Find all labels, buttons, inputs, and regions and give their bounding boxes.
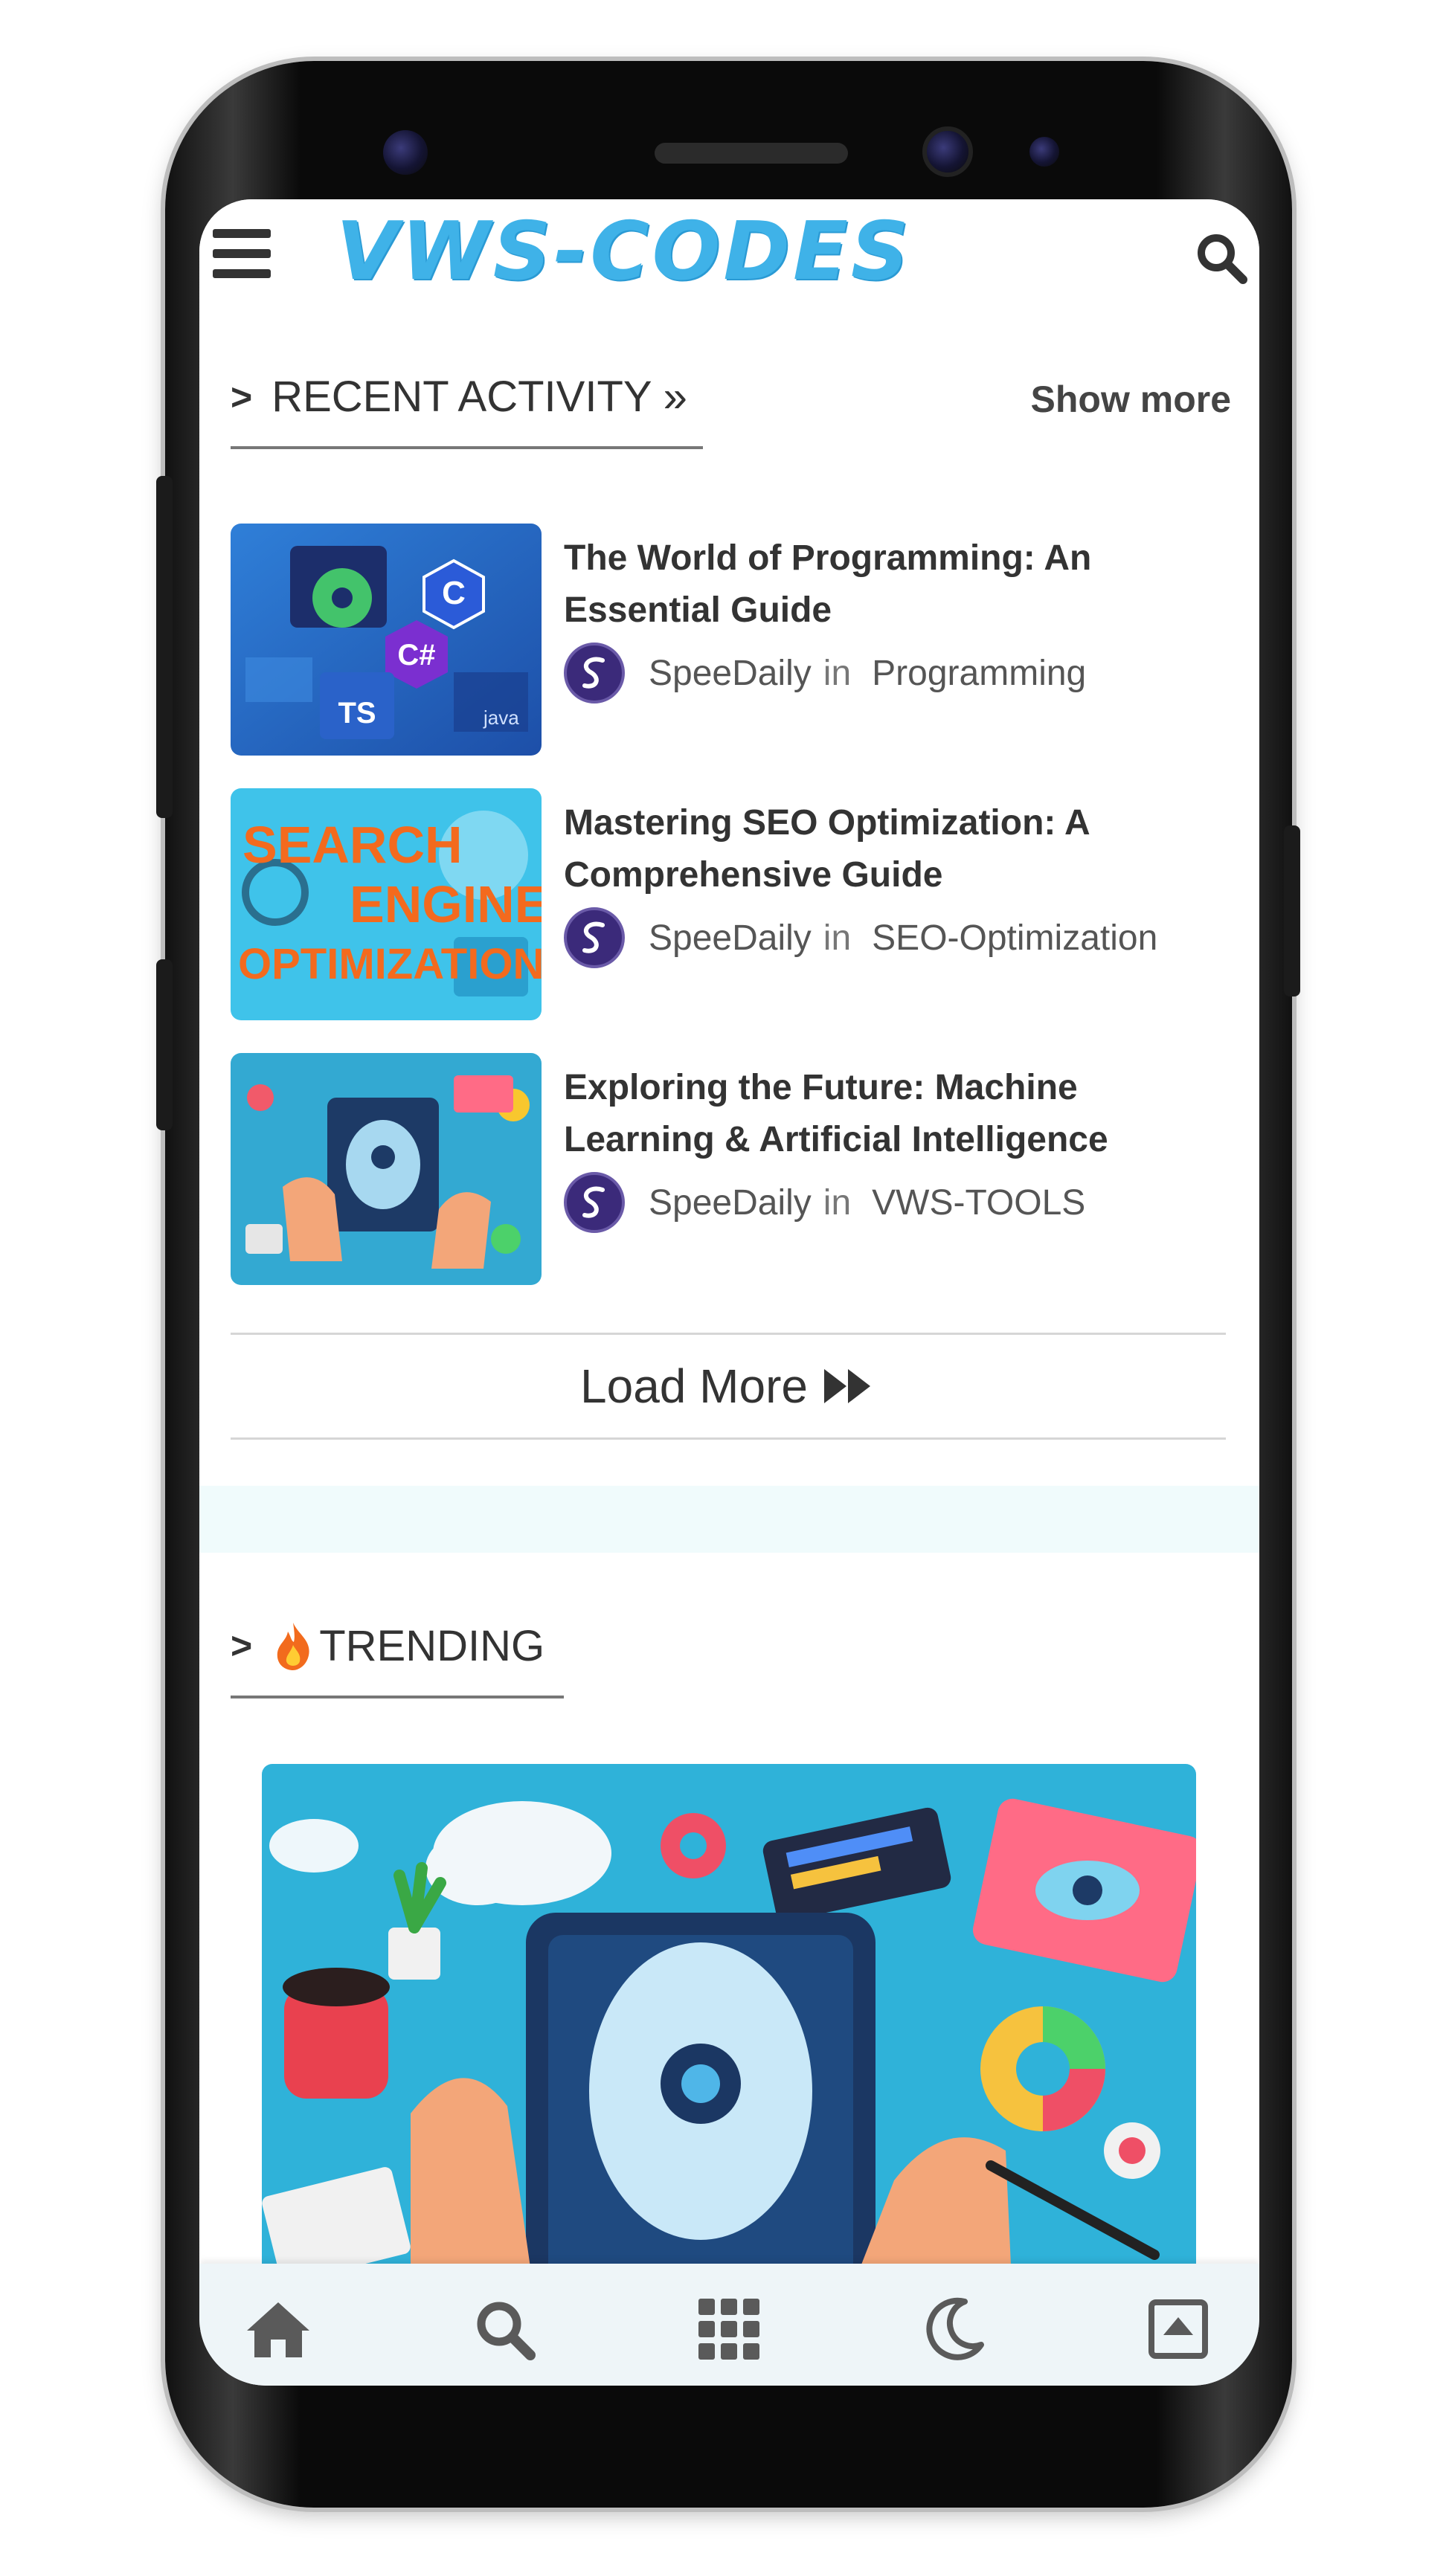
search-icon[interactable] xyxy=(469,2293,540,2365)
post-in-label: in xyxy=(823,918,852,958)
heading-underline xyxy=(231,1696,564,1698)
typescript-label: TS xyxy=(338,697,376,730)
post-title[interactable]: Exploring the Future: Machine Learning &… xyxy=(564,1062,1218,1166)
java-label: java xyxy=(483,706,519,729)
load-more-button[interactable]: Load More xyxy=(231,1333,1226,1440)
post-in-label: in xyxy=(823,653,852,693)
front-camera xyxy=(922,126,973,177)
post-meta: SpeeDaily in VWS-TOOLS xyxy=(564,1172,1085,1233)
hamburger-menu-icon[interactable] xyxy=(213,229,271,278)
bottom-navigation-bar xyxy=(199,2264,1259,2386)
post-in-label: in xyxy=(823,1182,852,1223)
chevron-right-icon: > xyxy=(231,1625,253,1667)
trending-featured-image[interactable] xyxy=(262,1764,1196,2314)
moon-icon[interactable] xyxy=(918,2293,989,2365)
fire-icon xyxy=(277,1623,309,1670)
post-meta: SpeeDaily in Programming xyxy=(564,643,1086,703)
phone-power-button xyxy=(1284,825,1300,996)
post-title[interactable]: The World of Programming: An Essential G… xyxy=(564,532,1218,637)
proximity-sensor xyxy=(383,130,428,175)
post-thumbnail-programming[interactable]: C C# TS java xyxy=(231,524,542,756)
author-avatar[interactable] xyxy=(564,643,625,703)
post-author[interactable]: SpeeDaily xyxy=(649,1182,812,1223)
author-avatar[interactable] xyxy=(564,1172,625,1233)
app-header: VWS-CODES xyxy=(199,199,1259,318)
trending-title: TRENDING xyxy=(319,1621,545,1670)
author-avatar[interactable] xyxy=(564,907,625,968)
post-meta: SpeeDaily in SEO-Optimization xyxy=(564,907,1157,968)
site-logo[interactable]: VWS-CODES xyxy=(336,205,912,298)
heading-underline xyxy=(231,446,703,449)
chevron-right-icon: > xyxy=(231,376,253,418)
app-screen: VWS-CODES > RECENT ACTIVITY » Show more xyxy=(199,199,1259,2386)
csharp-label: C# xyxy=(397,639,435,672)
seo-text-line1: SEARCH xyxy=(242,816,463,874)
section-divider-band xyxy=(199,1486,1259,1553)
svg-text:C: C xyxy=(442,575,466,611)
scroll-top-icon[interactable] xyxy=(1143,2293,1214,2365)
post-item[interactable]: Exploring the Future: Machine Learning &… xyxy=(231,1053,1242,1285)
post-category[interactable]: VWS-TOOLS xyxy=(872,1182,1085,1223)
phone-bixby-button xyxy=(156,959,173,1130)
show-more-link[interactable]: Show more xyxy=(1031,378,1231,421)
post-author[interactable]: SpeeDaily xyxy=(649,653,812,694)
seo-text-line2: ENGINE xyxy=(350,875,542,933)
fast-forward-icon xyxy=(823,1369,870,1403)
post-thumbnail-ml-ai[interactable] xyxy=(231,1053,542,1285)
home-icon[interactable] xyxy=(242,2293,314,2365)
post-category[interactable]: Programming xyxy=(872,653,1086,694)
post-category[interactable]: SEO-Optimization xyxy=(872,918,1157,959)
post-item[interactable]: C C# TS java The World of Programming: A… xyxy=(231,524,1242,756)
trending-heading[interactable]: > TRENDING xyxy=(231,1620,544,1672)
post-title[interactable]: Mastering SEO Optimization: A Comprehens… xyxy=(564,797,1218,901)
iris-sensor xyxy=(1029,137,1059,167)
post-author[interactable]: SpeeDaily xyxy=(649,918,812,959)
post-item[interactable]: SEARCH ENGINE OPTIMIZATION! Mastering SE… xyxy=(231,788,1242,1020)
earpiece-speaker xyxy=(655,143,848,164)
search-icon[interactable] xyxy=(1192,229,1252,289)
post-thumbnail-seo[interactable]: SEARCH ENGINE OPTIMIZATION! xyxy=(231,788,542,1020)
load-more-label: Load More xyxy=(580,1359,808,1413)
recent-activity-heading[interactable]: > RECENT ACTIVITY » xyxy=(231,372,687,422)
recent-activity-title: RECENT ACTIVITY » xyxy=(272,373,687,421)
seo-text-line3: OPTIMIZATION! xyxy=(238,940,542,988)
phone-volume-button xyxy=(156,476,173,818)
grid-icon[interactable] xyxy=(693,2293,765,2365)
